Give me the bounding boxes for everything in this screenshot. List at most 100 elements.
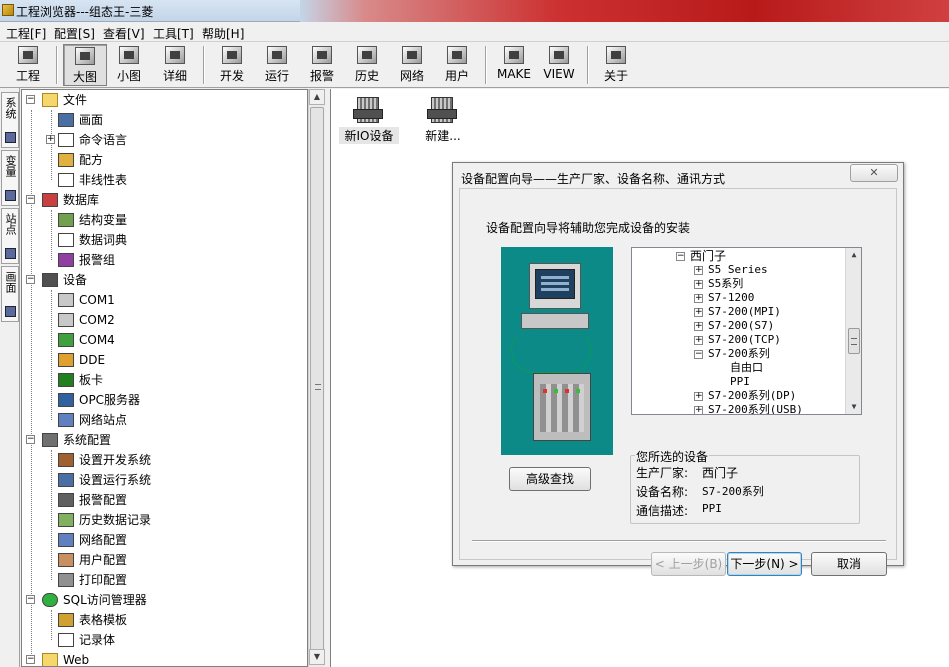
collapse-icon[interactable]: − (676, 252, 685, 261)
cancel-button[interactable]: 取消 (811, 552, 887, 576)
menu-project[interactable]: 工程[F] (6, 25, 46, 42)
alarm-icon (312, 46, 332, 64)
view-icon (549, 46, 569, 64)
menu-view[interactable]: 查看[V] (103, 25, 145, 42)
board-icon (58, 373, 74, 387)
recipe-icon (58, 153, 74, 167)
small-icons-button[interactable]: 小图 (107, 44, 151, 86)
network-button[interactable]: 网络 (390, 44, 434, 86)
develop-icon (222, 46, 242, 64)
make-button[interactable]: MAKE (492, 44, 536, 86)
tree-scrollbar[interactable]: ▲ ▼ (308, 89, 325, 667)
expand-icon[interactable]: + (694, 322, 703, 331)
large-icons-button[interactable]: 大图 (63, 44, 107, 86)
network-config-icon (58, 533, 74, 547)
close-button[interactable]: ✕ (850, 164, 898, 182)
app-icon (2, 4, 14, 16)
title-bar: 工程浏览器---组态王-三菱 (0, 0, 949, 22)
collapse-icon[interactable]: − (26, 195, 35, 204)
io-device-icon (353, 95, 385, 125)
expand-icon[interactable]: + (46, 135, 55, 144)
network-icon (402, 46, 422, 64)
user-button[interactable]: 用户 (435, 44, 479, 86)
menu-config[interactable]: 配置[S] (54, 25, 95, 42)
expand-icon[interactable]: + (694, 308, 703, 317)
expand-icon[interactable]: + (694, 406, 703, 414)
scroll-thumb[interactable] (310, 107, 324, 655)
tree-connector (31, 110, 32, 660)
device-tree-list[interactable]: − 西门子 + S5 Series + S5系列 + S7-1200 + S7-… (631, 247, 862, 415)
window-title: 工程浏览器---组态王-三菱 (16, 5, 154, 19)
new-item[interactable]: 新建... (413, 91, 473, 151)
run-button[interactable]: 运行 (255, 44, 299, 86)
alarm-button[interactable]: 报警 (300, 44, 344, 86)
history-record-icon (58, 513, 74, 527)
expand-icon[interactable]: + (694, 280, 703, 289)
user-icon (447, 46, 467, 64)
side-tab-strip: 系统 变量 站点 画面 (0, 88, 20, 667)
collapse-icon[interactable]: − (26, 595, 35, 604)
book-icon (58, 233, 74, 247)
device-name-row: 设备名称: S7-200系列 (636, 483, 764, 500)
advanced-search-button[interactable]: 高级查找 (509, 467, 591, 491)
expand-icon[interactable]: + (694, 294, 703, 303)
screens-icon (5, 306, 16, 317)
collapse-icon[interactable]: − (694, 350, 703, 359)
next-button[interactable]: 下一步(N) > (727, 552, 802, 576)
menu-help[interactable]: 帮助[H] (202, 25, 244, 42)
document-icon (58, 133, 74, 147)
sql-icon (42, 593, 58, 607)
serial-port-icon (58, 293, 74, 307)
network-station-icon (58, 413, 74, 427)
wizard-intro: 设备配置向导将辅助您完成设备的安装 (486, 221, 691, 235)
stations-icon (5, 248, 16, 259)
collapse-icon[interactable]: − (26, 275, 35, 284)
details-button[interactable]: 详细 (153, 44, 197, 86)
screen-icon (58, 113, 74, 127)
opc-icon (58, 393, 74, 407)
tab-stations[interactable]: 站点 (1, 208, 19, 264)
dde-icon (58, 353, 74, 367)
collapse-icon[interactable]: − (26, 95, 35, 104)
history-icon (357, 46, 377, 64)
expand-icon[interactable]: + (694, 392, 703, 401)
large-icons-icon (75, 47, 95, 65)
make-icon (504, 46, 524, 64)
folder-icon (42, 93, 58, 107)
history-button[interactable]: 历史 (345, 44, 389, 86)
new-io-device-item[interactable]: 新IO设备 (339, 91, 399, 151)
tree-connector (51, 290, 52, 420)
title-bar-background (300, 0, 949, 22)
tree-connector (51, 110, 52, 180)
menu-tools[interactable]: 工具[T] (153, 25, 194, 42)
expand-icon[interactable]: + (694, 266, 703, 275)
expand-icon[interactable]: + (694, 336, 703, 345)
view-button[interactable]: VIEW (537, 44, 581, 86)
table-template-icon (58, 613, 74, 627)
project-button[interactable]: 工程 (6, 44, 50, 86)
tab-system[interactable]: 系统 (1, 92, 19, 148)
collapse-icon[interactable]: − (26, 435, 35, 444)
printer-icon (58, 573, 74, 587)
scroll-down-icon[interactable]: ▼ (846, 400, 861, 414)
selected-device-group: 您所选的设备 生产厂家: 西门子 设备名称: S7-200系列 通信描述: PP… (630, 448, 860, 524)
scroll-up-icon[interactable]: ▲ (309, 89, 325, 105)
tree-connector (51, 210, 52, 260)
device-name-value: S7-200系列 (702, 485, 764, 498)
serial-port-icon (58, 313, 74, 327)
list-scrollbar[interactable]: ▲ ▼ (845, 248, 861, 414)
tab-screens[interactable]: 画面 (1, 266, 19, 322)
about-button[interactable]: 关于 (594, 44, 638, 86)
device-name-label: 设备名称: (636, 485, 689, 499)
scroll-down-icon[interactable]: ▼ (309, 649, 325, 665)
scroll-up-icon[interactable]: ▲ (846, 248, 861, 262)
close-icon: ✕ (869, 166, 879, 179)
develop-button[interactable]: 开发 (210, 44, 254, 86)
scroll-thumb[interactable] (848, 328, 860, 354)
cable-icon (511, 329, 591, 373)
plc-rack-icon (533, 373, 591, 441)
prev-button[interactable]: < 上一步(B) (651, 552, 726, 576)
collapse-icon[interactable]: − (26, 655, 35, 664)
project-tree: − 文件 画面 + 命令语言 配方 非线性表 − 数据库 结构变量 数据词典 报… (21, 89, 308, 667)
tab-variables[interactable]: 变量 (1, 150, 19, 206)
